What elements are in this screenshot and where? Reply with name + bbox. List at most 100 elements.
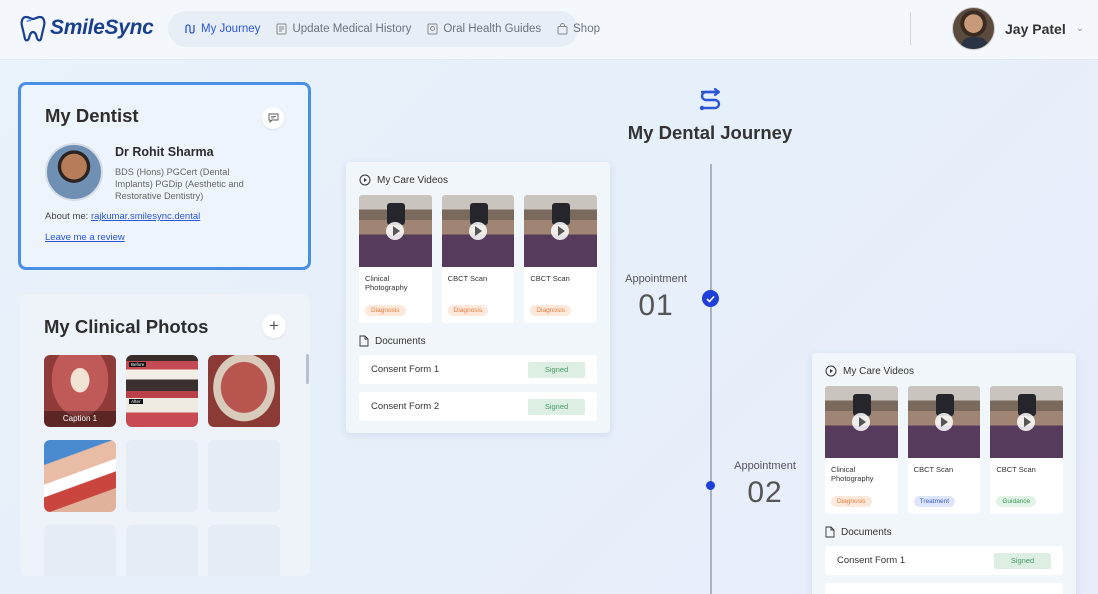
document-name: Consent Form 1	[837, 555, 906, 566]
photo-grid: Caption 1 Before After	[44, 355, 280, 576]
user-avatar[interactable]	[952, 7, 995, 50]
message-dentist-button[interactable]	[262, 107, 284, 129]
video-card[interactable]: Clinical Photography Diagnosis	[825, 386, 898, 514]
video-card[interactable]: Clinical Photography Diagnosis	[359, 195, 432, 323]
section-label: Documents	[375, 335, 426, 347]
add-photo-button[interactable]: +	[262, 314, 286, 338]
after-tag: After	[129, 399, 143, 404]
video-card[interactable]: CBCT Scan Diagnosis	[441, 195, 515, 323]
section-label: Documents	[841, 526, 892, 538]
document-row[interactable]	[825, 583, 1063, 594]
appointment-card: My Care Videos Clinical Photography Diag…	[812, 353, 1076, 594]
photo-placeholder[interactable]	[208, 525, 280, 576]
video-thumbnail	[990, 386, 1064, 458]
photos-scrollbar[interactable]	[306, 354, 309, 384]
clinical-photo[interactable]	[208, 355, 280, 427]
document-icon	[825, 526, 835, 538]
completed-check-icon	[702, 290, 719, 307]
top-bar: SmileSync My Journey Update Medical Hist…	[0, 0, 1098, 60]
care-videos-header: My Care Videos	[359, 174, 597, 186]
nav-shop[interactable]: Shop	[549, 15, 608, 43]
tooth-logo-icon	[20, 15, 46, 42]
my-dentist-card: My Dentist Dr Rohit Sharma BDS (Hons) PG…	[18, 82, 311, 270]
appointment-label: Appointment	[734, 460, 796, 472]
document-row[interactable]: Consent Form 1 Signed	[359, 355, 597, 384]
clinical-photos-card: My Clinical Photos + Caption 1 Before Af…	[20, 294, 310, 576]
video-title: CBCT Scan	[996, 465, 1036, 474]
video-card[interactable]: CBCT Scan Guidance	[990, 386, 1064, 514]
chevron-down-icon[interactable]: ⌄	[1076, 23, 1084, 34]
appointment-card: My Care Videos Clinical Photography Diag…	[346, 162, 610, 433]
video-title: Clinical Photography	[831, 465, 874, 483]
clinical-photo[interactable]	[44, 440, 116, 512]
photo-placeholder[interactable]	[208, 440, 280, 512]
play-icon[interactable]	[852, 413, 870, 431]
documents-header: Documents	[359, 335, 597, 347]
dentist-avatar	[45, 143, 103, 201]
appointment-number: 02	[747, 476, 783, 509]
status-badge: Signed	[528, 361, 585, 378]
photo-placeholder[interactable]	[126, 440, 198, 512]
plus-icon: +	[269, 316, 279, 335]
clipboard-icon	[276, 23, 287, 35]
about-link[interactable]: rajkumar.smilesync.dental	[91, 211, 200, 222]
play-icon[interactable]	[386, 222, 404, 240]
video-thumbnail	[359, 195, 432, 267]
video-title: CBCT Scan	[913, 465, 954, 474]
nav-label: Update Medical History	[292, 23, 412, 35]
clinical-photo[interactable]: Caption 1	[44, 355, 116, 427]
clinical-photo[interactable]: Before After	[126, 355, 198, 427]
photo-caption: Caption 1	[44, 411, 116, 427]
header-divider	[910, 12, 911, 45]
leave-review-link[interactable]: Leave me a review	[45, 232, 125, 243]
video-tag: Treatment	[913, 496, 956, 507]
journey-title: My Dental Journey	[627, 122, 793, 143]
guide-icon	[427, 23, 438, 35]
nav-oral-health-guides[interactable]: Oral Health Guides	[419, 15, 549, 43]
video-title: CBCT Scan	[530, 274, 570, 283]
main-nav: My Journey Update Medical History Oral H…	[168, 11, 600, 47]
video-card[interactable]: CBCT Scan Diagnosis	[524, 195, 598, 323]
bag-icon	[557, 23, 568, 35]
section-label: My Care Videos	[377, 174, 448, 186]
logo[interactable]: SmileSync	[20, 14, 154, 42]
appointment-number: 01	[638, 289, 674, 322]
document-row[interactable]: Consent Form 1 Signed	[825, 546, 1063, 575]
video-tag: Diagnosis	[447, 305, 489, 316]
user-menu[interactable]: Jay Patel ⌄	[952, 7, 1084, 50]
status-badge: Signed	[528, 398, 585, 415]
play-icon[interactable]	[551, 222, 570, 240]
play-icon[interactable]	[1017, 413, 1036, 431]
video-title: Clinical Photography	[365, 274, 408, 292]
nav-update-medical-history[interactable]: Update Medical History	[268, 15, 419, 43]
play-icon[interactable]	[934, 413, 953, 431]
play-circle-icon	[825, 365, 837, 377]
photo-placeholder[interactable]	[126, 525, 198, 576]
user-name: Jay Patel	[1005, 20, 1066, 37]
dentist-name: Dr Rohit Sharma	[115, 145, 214, 159]
care-videos-header: My Care Videos	[825, 365, 1063, 377]
video-tag: Diagnosis	[365, 305, 406, 316]
video-card[interactable]: CBCT Scan Treatment	[907, 386, 981, 514]
video-thumbnail	[524, 195, 598, 267]
video-title: CBCT Scan	[447, 274, 488, 283]
document-name: Consent Form 1	[371, 364, 440, 375]
nav-label: My Journey	[201, 23, 261, 35]
timeline-dot	[706, 481, 715, 490]
appointment-label: Appointment	[625, 273, 687, 285]
about-me: About me: rajkumar.smilesync.dental	[45, 211, 284, 222]
dentist-card-title: My Dentist	[45, 105, 139, 126]
video-thumbnail	[907, 386, 981, 458]
play-icon[interactable]	[468, 222, 487, 240]
nav-my-journey[interactable]: My Journey	[176, 15, 268, 43]
video-tag: Diagnosis	[530, 305, 571, 316]
timeline-line	[710, 164, 712, 594]
nav-label: Shop	[573, 23, 600, 35]
document-row[interactable]: Consent Form 2 Signed	[359, 392, 597, 421]
dentist-qualifications: BDS (Hons) PGCert (Dental Implants) PGDi…	[115, 167, 244, 201]
video-tag: Diagnosis	[831, 496, 872, 507]
route-icon	[185, 24, 195, 34]
photo-placeholder[interactable]	[44, 525, 116, 576]
document-icon	[359, 335, 369, 347]
video-tag: Guidance	[996, 496, 1037, 507]
